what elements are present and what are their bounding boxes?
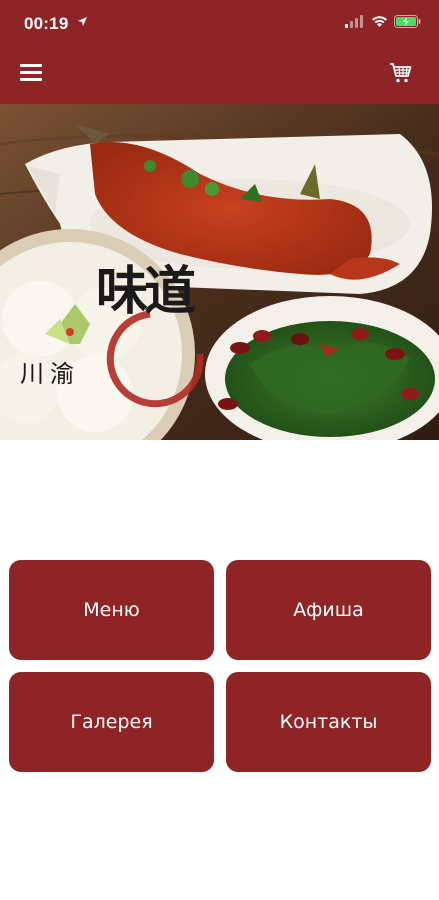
menu-button-label: Меню — [83, 599, 140, 621]
contacts-button-label: Контакты — [279, 711, 378, 733]
events-button[interactable]: Афиша — [226, 560, 431, 660]
gallery-button[interactable]: Галерея — [9, 672, 214, 772]
contacts-button[interactable]: Контакты — [226, 672, 431, 772]
status-time: 00:19 — [24, 14, 69, 33]
gallery-button-label: Галерея — [70, 711, 153, 733]
status-bar: 00:19 — [0, 0, 439, 50]
logo-main-text: 味道 — [96, 261, 196, 322]
battery-charging-icon — [394, 15, 421, 28]
location-arrow-icon — [78, 17, 87, 26]
status-indicators — [345, 15, 421, 28]
restaurant-logo: 味道 川渝 — [20, 264, 210, 404]
app-bar — [0, 50, 439, 104]
events-button-label: Афиша — [293, 599, 364, 621]
hero-food-banner: 味道 川渝 — [0, 104, 439, 440]
shopping-cart-icon[interactable] — [389, 61, 413, 85]
hamburger-menu-icon[interactable] — [20, 64, 42, 84]
cellular-signal-icon — [345, 15, 363, 28]
menu-button[interactable]: Меню — [9, 560, 214, 660]
wifi-icon — [372, 16, 387, 27]
logo-side-text: 川渝 — [20, 360, 80, 388]
